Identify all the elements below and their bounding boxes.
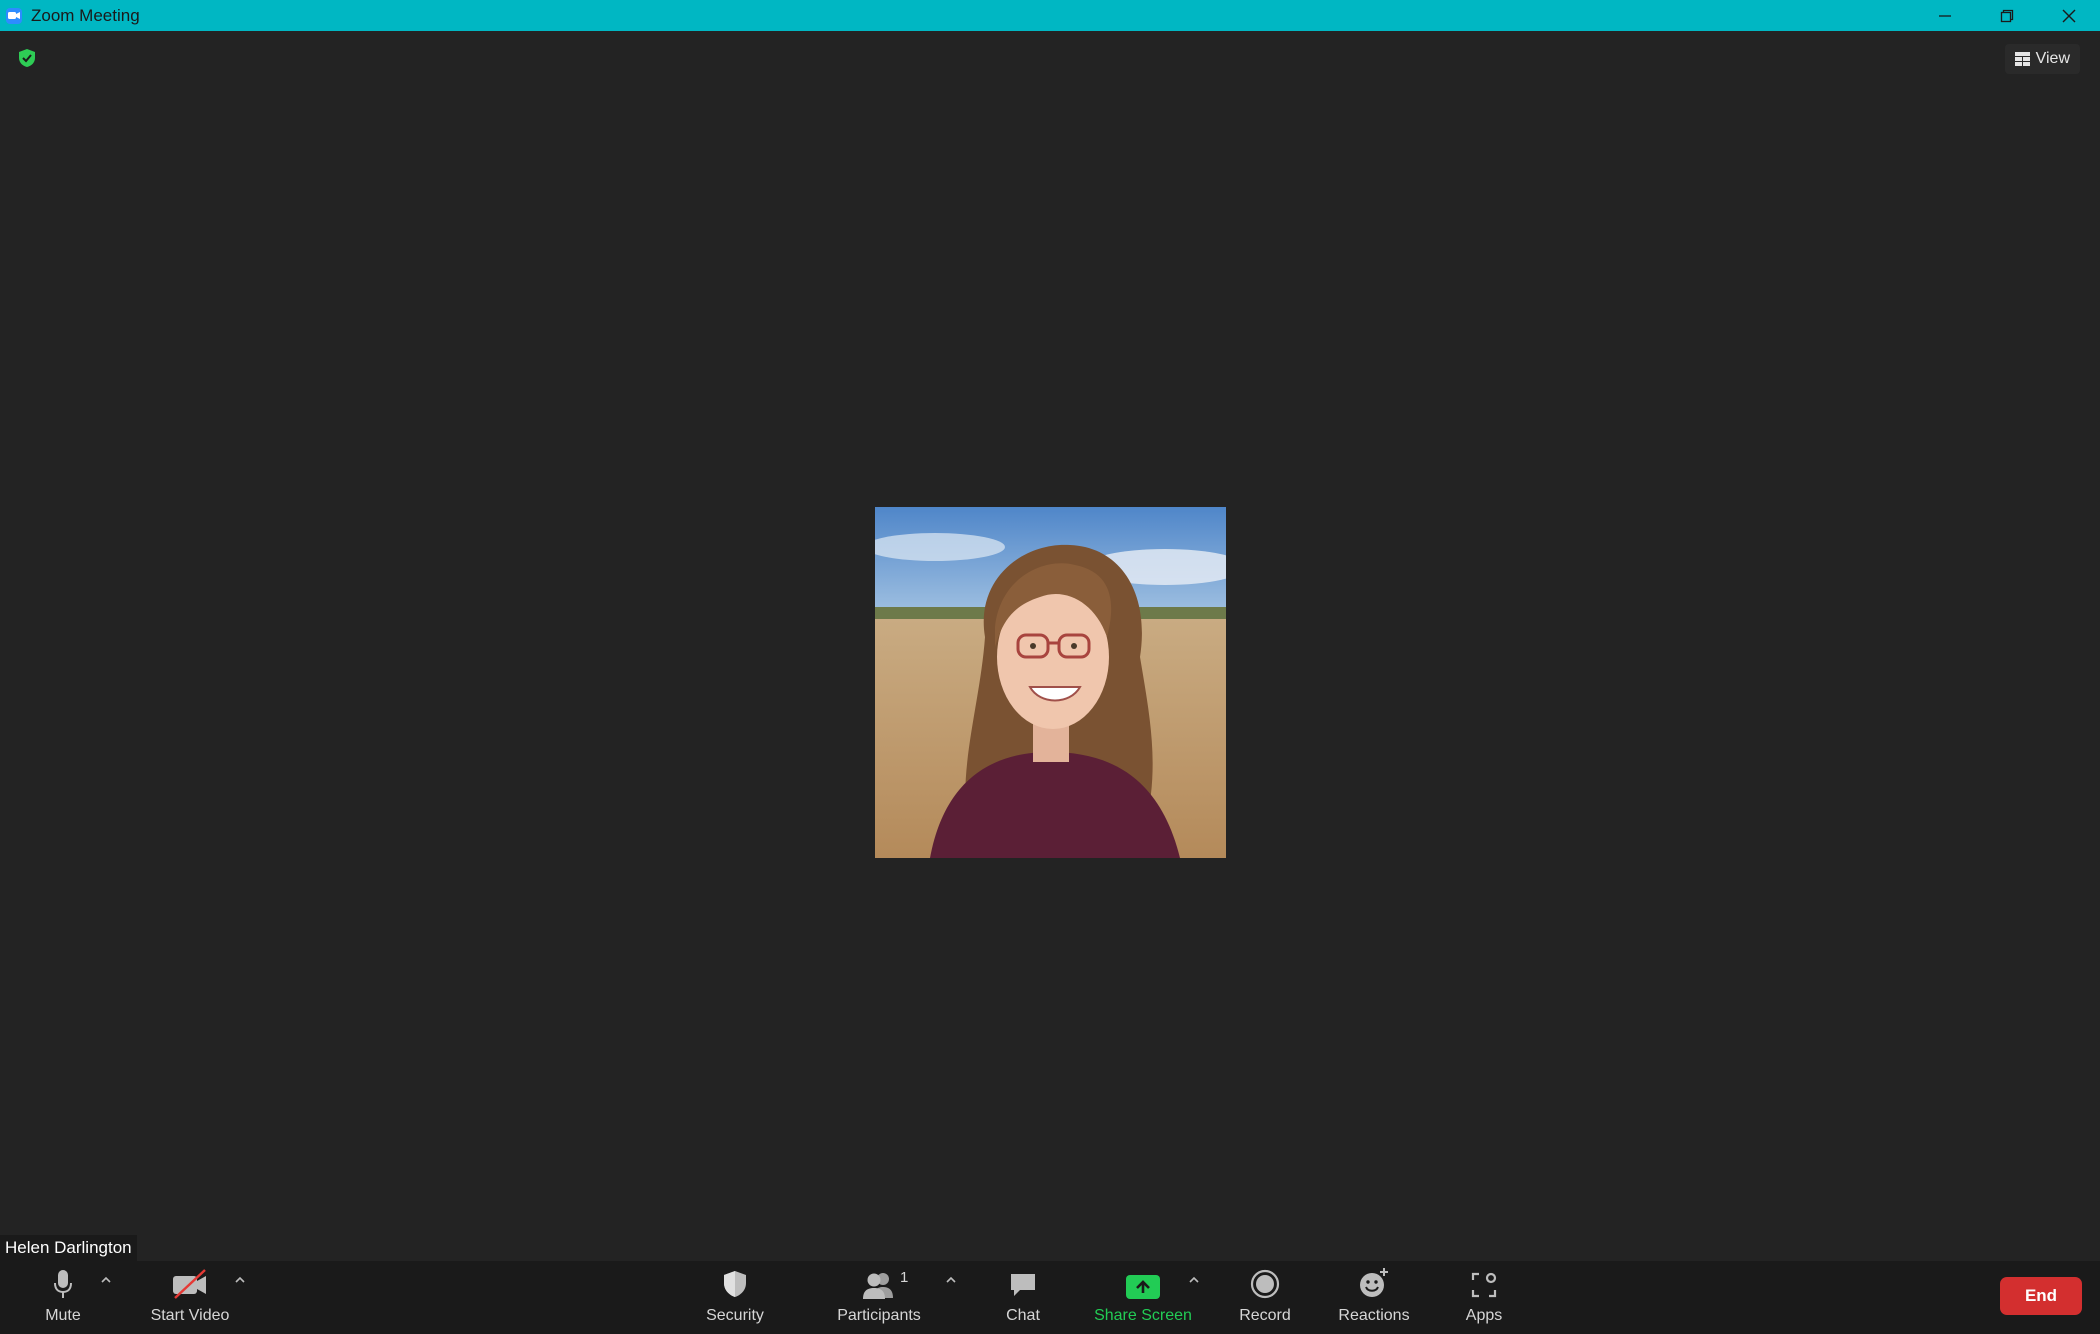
close-button[interactable]: [2038, 0, 2100, 31]
share-screen-button[interactable]: Share Screen: [1094, 1261, 1192, 1334]
restore-icon: [2000, 9, 2014, 22]
audio-options-caret[interactable]: [98, 1273, 114, 1287]
window-title: Zoom Meeting: [31, 5, 140, 25]
zoom-app-icon: [6, 7, 22, 24]
zoom-meeting-window: Zoom Meeting View Helen Darlington Mute …: [0, 0, 2100, 1334]
window-controls: [1914, 0, 2100, 31]
security-label: Security: [706, 1307, 764, 1324]
security-button[interactable]: Security: [700, 1261, 770, 1334]
participant-profile-photo: [875, 507, 1226, 858]
share-screen-label: Share Screen: [1094, 1307, 1192, 1324]
chat-bubble-icon: [1008, 1261, 1038, 1299]
mute-button[interactable]: Mute: [38, 1261, 88, 1334]
participants-count: 1: [900, 1269, 909, 1286]
participants-label: Participants: [837, 1307, 921, 1324]
participants-options-caret[interactable]: [943, 1273, 959, 1287]
participants-button[interactable]: 1 Participants: [832, 1261, 926, 1334]
view-label: View: [2035, 50, 2070, 67]
apps-icon: [1470, 1261, 1498, 1299]
record-icon: [1250, 1261, 1280, 1299]
reactions-button[interactable]: Reactions: [1338, 1261, 1410, 1334]
meeting-toolbar: Mute Start Video Security 1 Participants…: [0, 1261, 2100, 1334]
view-button[interactable]: View: [2004, 44, 2080, 74]
title-bar: Zoom Meeting: [0, 0, 2100, 31]
participant-name-tag: Helen Darlington: [0, 1235, 137, 1261]
close-icon: [2062, 9, 2076, 22]
chevron-up-icon: [1189, 1276, 1199, 1283]
emoji-add-icon: [1358, 1261, 1390, 1299]
chevron-up-icon: [946, 1276, 956, 1283]
chat-button[interactable]: Chat: [1001, 1261, 1045, 1334]
record-label: Record: [1239, 1307, 1291, 1324]
microphone-icon: [53, 1261, 73, 1299]
apps-label: Apps: [1465, 1307, 1503, 1324]
shield-icon: [722, 1261, 748, 1299]
encryption-shield-icon[interactable]: [17, 48, 37, 68]
chat-label: Chat: [1006, 1307, 1040, 1324]
mute-label: Mute: [45, 1307, 81, 1324]
start-video-label: Start Video: [150, 1307, 230, 1324]
chevron-up-icon: [101, 1276, 111, 1283]
people-icon: [861, 1261, 897, 1299]
restore-button[interactable]: [1976, 0, 2038, 31]
share-options-caret[interactable]: [1186, 1273, 1202, 1287]
minimize-button[interactable]: [1914, 0, 1976, 31]
minimize-icon: [1939, 14, 1951, 17]
video-off-icon: [171, 1261, 209, 1299]
end-meeting-button[interactable]: End: [2000, 1277, 2082, 1315]
chevron-up-icon: [235, 1276, 245, 1283]
apps-button[interactable]: Apps: [1462, 1261, 1506, 1334]
share-screen-icon: [1126, 1261, 1160, 1299]
start-video-button[interactable]: Start Video: [145, 1261, 235, 1334]
video-options-caret[interactable]: [232, 1273, 248, 1287]
grid-icon: [2014, 52, 2030, 66]
record-button[interactable]: Record: [1238, 1261, 1292, 1334]
reactions-label: Reactions: [1338, 1307, 1410, 1324]
